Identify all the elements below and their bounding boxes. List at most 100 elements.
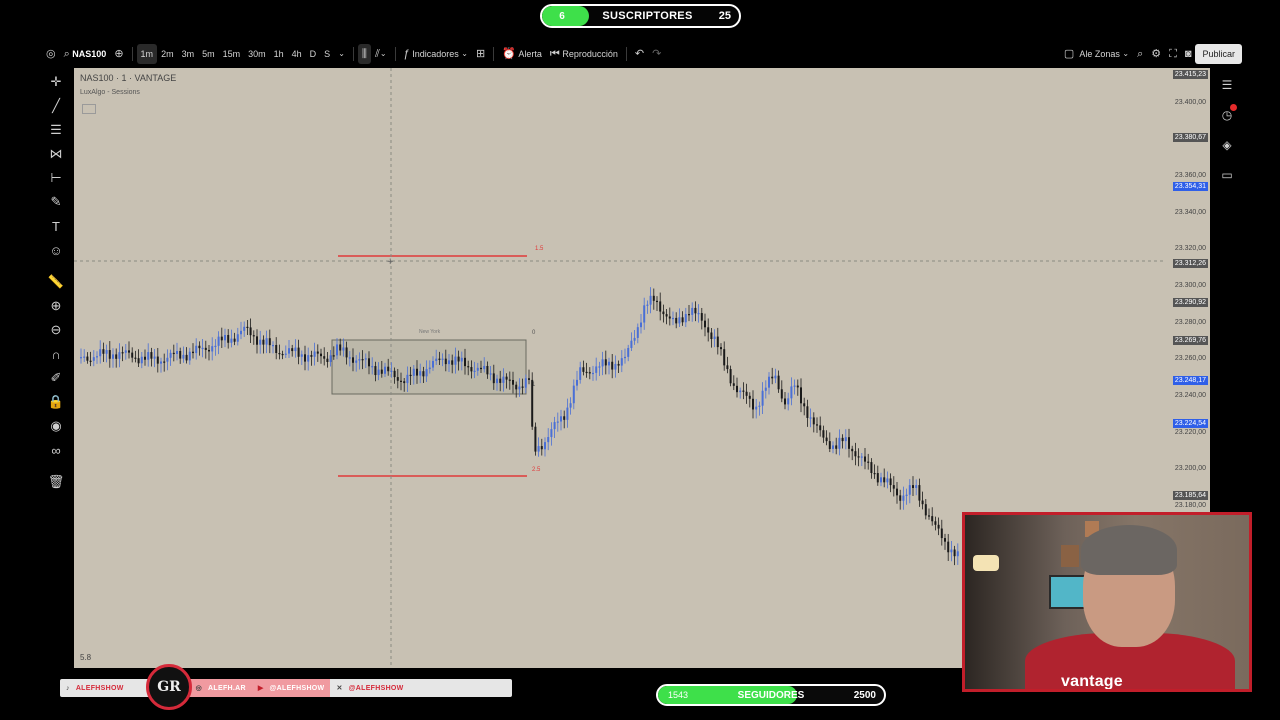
candle-body [953, 549, 956, 557]
app-logo[interactable]: ◎ [42, 44, 60, 64]
price-label: 23.180,00 [1174, 501, 1206, 509]
candle-body [358, 359, 361, 361]
undo-button[interactable]: ↶ [631, 44, 648, 64]
candle-body [355, 360, 358, 363]
candle-body [489, 373, 492, 375]
indicator-legend[interactable]: LuxAlgo - Sessions [80, 89, 140, 96]
candle-body [956, 551, 959, 557]
pencil-lock-tool[interactable]: ✐ [45, 366, 67, 390]
trend-line-tool[interactable]: ╱ [45, 94, 67, 118]
fullscreen-button[interactable]: ⛶ [1165, 44, 1181, 64]
social-item[interactable]: ▶ @ALEFHSHOW [251, 679, 331, 697]
brush-tool[interactable]: ✎ [45, 190, 67, 214]
price-label: 23.248,17 [1172, 375, 1208, 385]
watchlist-button[interactable]: ☰ [1216, 70, 1238, 100]
candle-body [640, 322, 642, 328]
eye-tool[interactable]: ◉ [45, 414, 67, 438]
candle-body [492, 373, 495, 384]
ruler-tool[interactable]: 📏 [45, 270, 67, 294]
candle-body [115, 354, 118, 359]
candle-body [473, 370, 476, 372]
candle-body [195, 345, 198, 354]
pattern-tool[interactable]: ⋈ [45, 142, 67, 166]
layers-button[interactable]: ◈ [1216, 130, 1238, 160]
candle-body [499, 378, 502, 383]
horizontal-lines-icon: ☰ [50, 122, 62, 137]
trash-tool[interactable]: 🗑 [45, 470, 67, 494]
candle-body [182, 354, 185, 359]
candle-body [592, 372, 594, 375]
candle-body [121, 352, 124, 354]
settings-button[interactable]: ⚙ [1147, 44, 1165, 64]
text-tool[interactable]: T [45, 214, 67, 238]
timeframe-30m[interactable]: 30m [244, 44, 270, 64]
pattern-icon: ⋈ [49, 146, 63, 161]
alerts-clock-button[interactable]: ◷ [1216, 100, 1238, 130]
social-item[interactable]: ✕ @ALEFHSHOW [330, 679, 409, 697]
lock-tool[interactable]: 🔒 [45, 390, 67, 414]
quick-search-button[interactable]: ⌕ [1133, 44, 1147, 64]
compare-symbol-button[interactable]: ⊕ [110, 44, 127, 64]
candle-body [480, 367, 482, 370]
candle-body [249, 327, 252, 336]
snapshot-button[interactable]: ◙ [1181, 44, 1196, 64]
price-label: 23.340,00 [1174, 208, 1206, 216]
social-item[interactable]: ◎ ALEFH.AR [189, 679, 252, 697]
timeframe-3m[interactable]: 3m [178, 44, 199, 64]
timeframe-dropdown[interactable]: ⌄ [334, 44, 349, 64]
replay-button[interactable]: ⏮ Reproducción [546, 44, 622, 64]
zoom-in-tool[interactable]: ⊕ [45, 294, 67, 318]
timeframe-2m[interactable]: 2m [157, 44, 178, 64]
chat-button[interactable]: ▭ [1216, 160, 1238, 190]
timeframe-S[interactable]: S [320, 44, 334, 64]
candle-body [192, 351, 194, 354]
candle-body [844, 437, 847, 442]
alert-button[interactable]: ⏰ Alerta [498, 44, 546, 64]
candle-body [403, 381, 406, 384]
timeframe-D[interactable]: D [306, 44, 321, 64]
publish-button[interactable]: Publicar [1195, 44, 1242, 64]
crosshair-tool[interactable]: ✛ [45, 70, 67, 94]
templates-button[interactable]: ⊞ [472, 44, 489, 64]
candle-body [393, 370, 396, 378]
subscribers-current: 6 [559, 10, 565, 22]
candle-body [812, 417, 815, 425]
indicators-icon: ƒ [403, 47, 410, 60]
candle-body [777, 375, 780, 390]
candle-body [291, 348, 294, 352]
candle-body [556, 421, 559, 423]
candle-body [937, 524, 940, 529]
candle-body [108, 350, 111, 359]
indicators-button[interactable]: ƒ Indicadores ⌄ [400, 44, 472, 64]
emoji-tool[interactable]: ☺ [45, 238, 67, 262]
candle-body [406, 374, 409, 384]
candle-body [320, 353, 322, 357]
candle-body [854, 451, 857, 457]
timeframe-1m[interactable]: 1m [136, 44, 158, 64]
candle-body [332, 355, 335, 357]
measure-tool[interactable]: ⊢ [45, 166, 67, 190]
layout-selector[interactable]: ▢ Ale Zonas ⌄ [1060, 44, 1133, 64]
divider [131, 47, 133, 61]
redo-button[interactable]: ↷ [648, 44, 665, 64]
chart-type-button[interactable]: ⫼ [357, 44, 371, 64]
candle-body [236, 334, 239, 342]
crosshair-icon: ✛ [50, 74, 62, 89]
timeframe-4h[interactable]: 4h [288, 44, 306, 64]
candle-body [304, 354, 306, 362]
candle-body [272, 344, 274, 347]
horizontal-lines-tool[interactable]: ☰ [45, 118, 67, 142]
crosshair-cursor: + [387, 256, 393, 268]
symbol-search[interactable]: ⌕ NAS100 [60, 44, 111, 64]
bar-type-button[interactable]: ⫽ ⌄ [371, 44, 391, 64]
social-item[interactable]: ♪ ALEFHSHOW [60, 679, 130, 697]
magnet-tool[interactable]: ∩ [45, 342, 67, 366]
candle-body [828, 441, 831, 449]
candle-body [726, 365, 729, 370]
link-tool[interactable]: ∞ [45, 438, 67, 462]
legend-collapse-toggle[interactable] [82, 104, 96, 114]
zoom-out-tool[interactable]: ⊖ [45, 318, 67, 342]
timeframe-1h[interactable]: 1h [270, 44, 288, 64]
timeframe-15m[interactable]: 15m [219, 44, 245, 64]
timeframe-5m[interactable]: 5m [198, 44, 219, 64]
